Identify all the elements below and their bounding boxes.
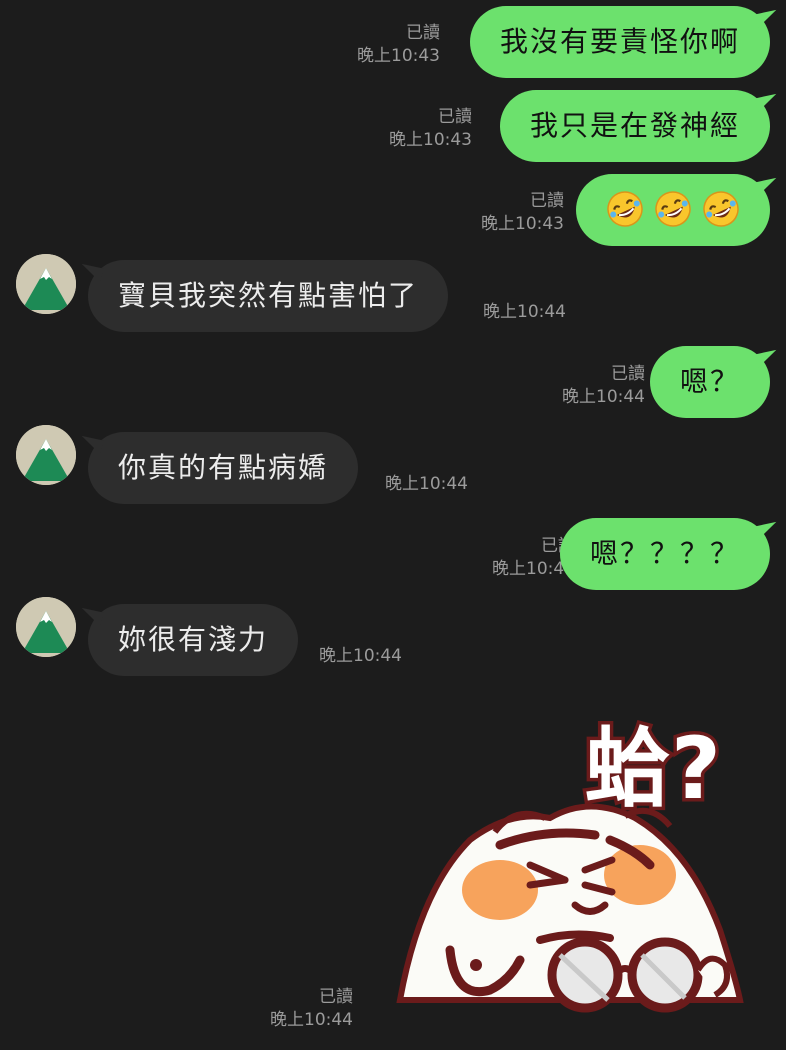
read-receipt: 已讀 [438, 107, 472, 127]
rolling-on-floor-laughing-icon [703, 191, 739, 227]
incoming-message[interactable]: 妳很有淺力 [88, 604, 299, 676]
read-receipt: 已讀 [530, 191, 564, 211]
rolling-on-floor-laughing-icon [655, 191, 691, 227]
outgoing-message[interactable]: 我沒有要責怪你啊 [469, 6, 770, 78]
chat-thread[interactable]: 已讀 晚上10:43 我沒有要責怪你啊 已讀 晚上10:43 我只是在發神經 已… [0, 0, 786, 1050]
contact-avatar[interactable] [16, 597, 76, 657]
timestamp: 晚上10:44 [270, 1010, 353, 1030]
message-meta: 已讀 晚上10:43 [481, 190, 564, 236]
contact-avatar[interactable] [16, 254, 76, 314]
outgoing-emoji-message[interactable] [576, 174, 770, 246]
read-receipt: 已讀 [611, 364, 645, 384]
timestamp: 晚上10:44 [385, 474, 468, 494]
incoming-message[interactable]: 寶貝我突然有點害怕了 [88, 260, 449, 332]
read-receipt: 已讀 [319, 987, 353, 1007]
message-meta: 已讀 晚上10:43 [389, 106, 472, 152]
outgoing-message[interactable]: 嗯？？？？ [559, 518, 770, 590]
timestamp: 晚上10:44 [483, 302, 566, 322]
contact-avatar[interactable] [16, 425, 76, 485]
mountain-avatar-icon [16, 425, 76, 485]
read-receipt: 已讀 [406, 23, 440, 43]
message-meta: 已讀 晚上10:43 [357, 22, 440, 68]
timestamp: 晚上10:44 [319, 646, 402, 666]
message-meta: 已讀 晚上10:44 [562, 363, 645, 409]
mountain-avatar-icon [16, 597, 76, 657]
outgoing-message[interactable]: 我只是在發神經 [499, 90, 770, 162]
outgoing-message[interactable]: 嗯？ [649, 346, 770, 418]
confused-cat-glasses-sticker[interactable]: 蛤? [380, 700, 760, 1030]
timestamp: 晚上10:43 [357, 46, 440, 66]
message-meta: 已讀 晚上10:44 [270, 986, 353, 1032]
timestamp: 晚上10:43 [389, 130, 472, 150]
sticker-caption: 蛤? [585, 719, 721, 819]
incoming-message[interactable]: 你真的有點病嬌 [88, 432, 359, 504]
timestamp: 晚上10:44 [562, 387, 645, 407]
rolling-on-floor-laughing-icon [607, 191, 643, 227]
timestamp: 晚上10:43 [481, 214, 564, 234]
mountain-avatar-icon [16, 254, 76, 314]
